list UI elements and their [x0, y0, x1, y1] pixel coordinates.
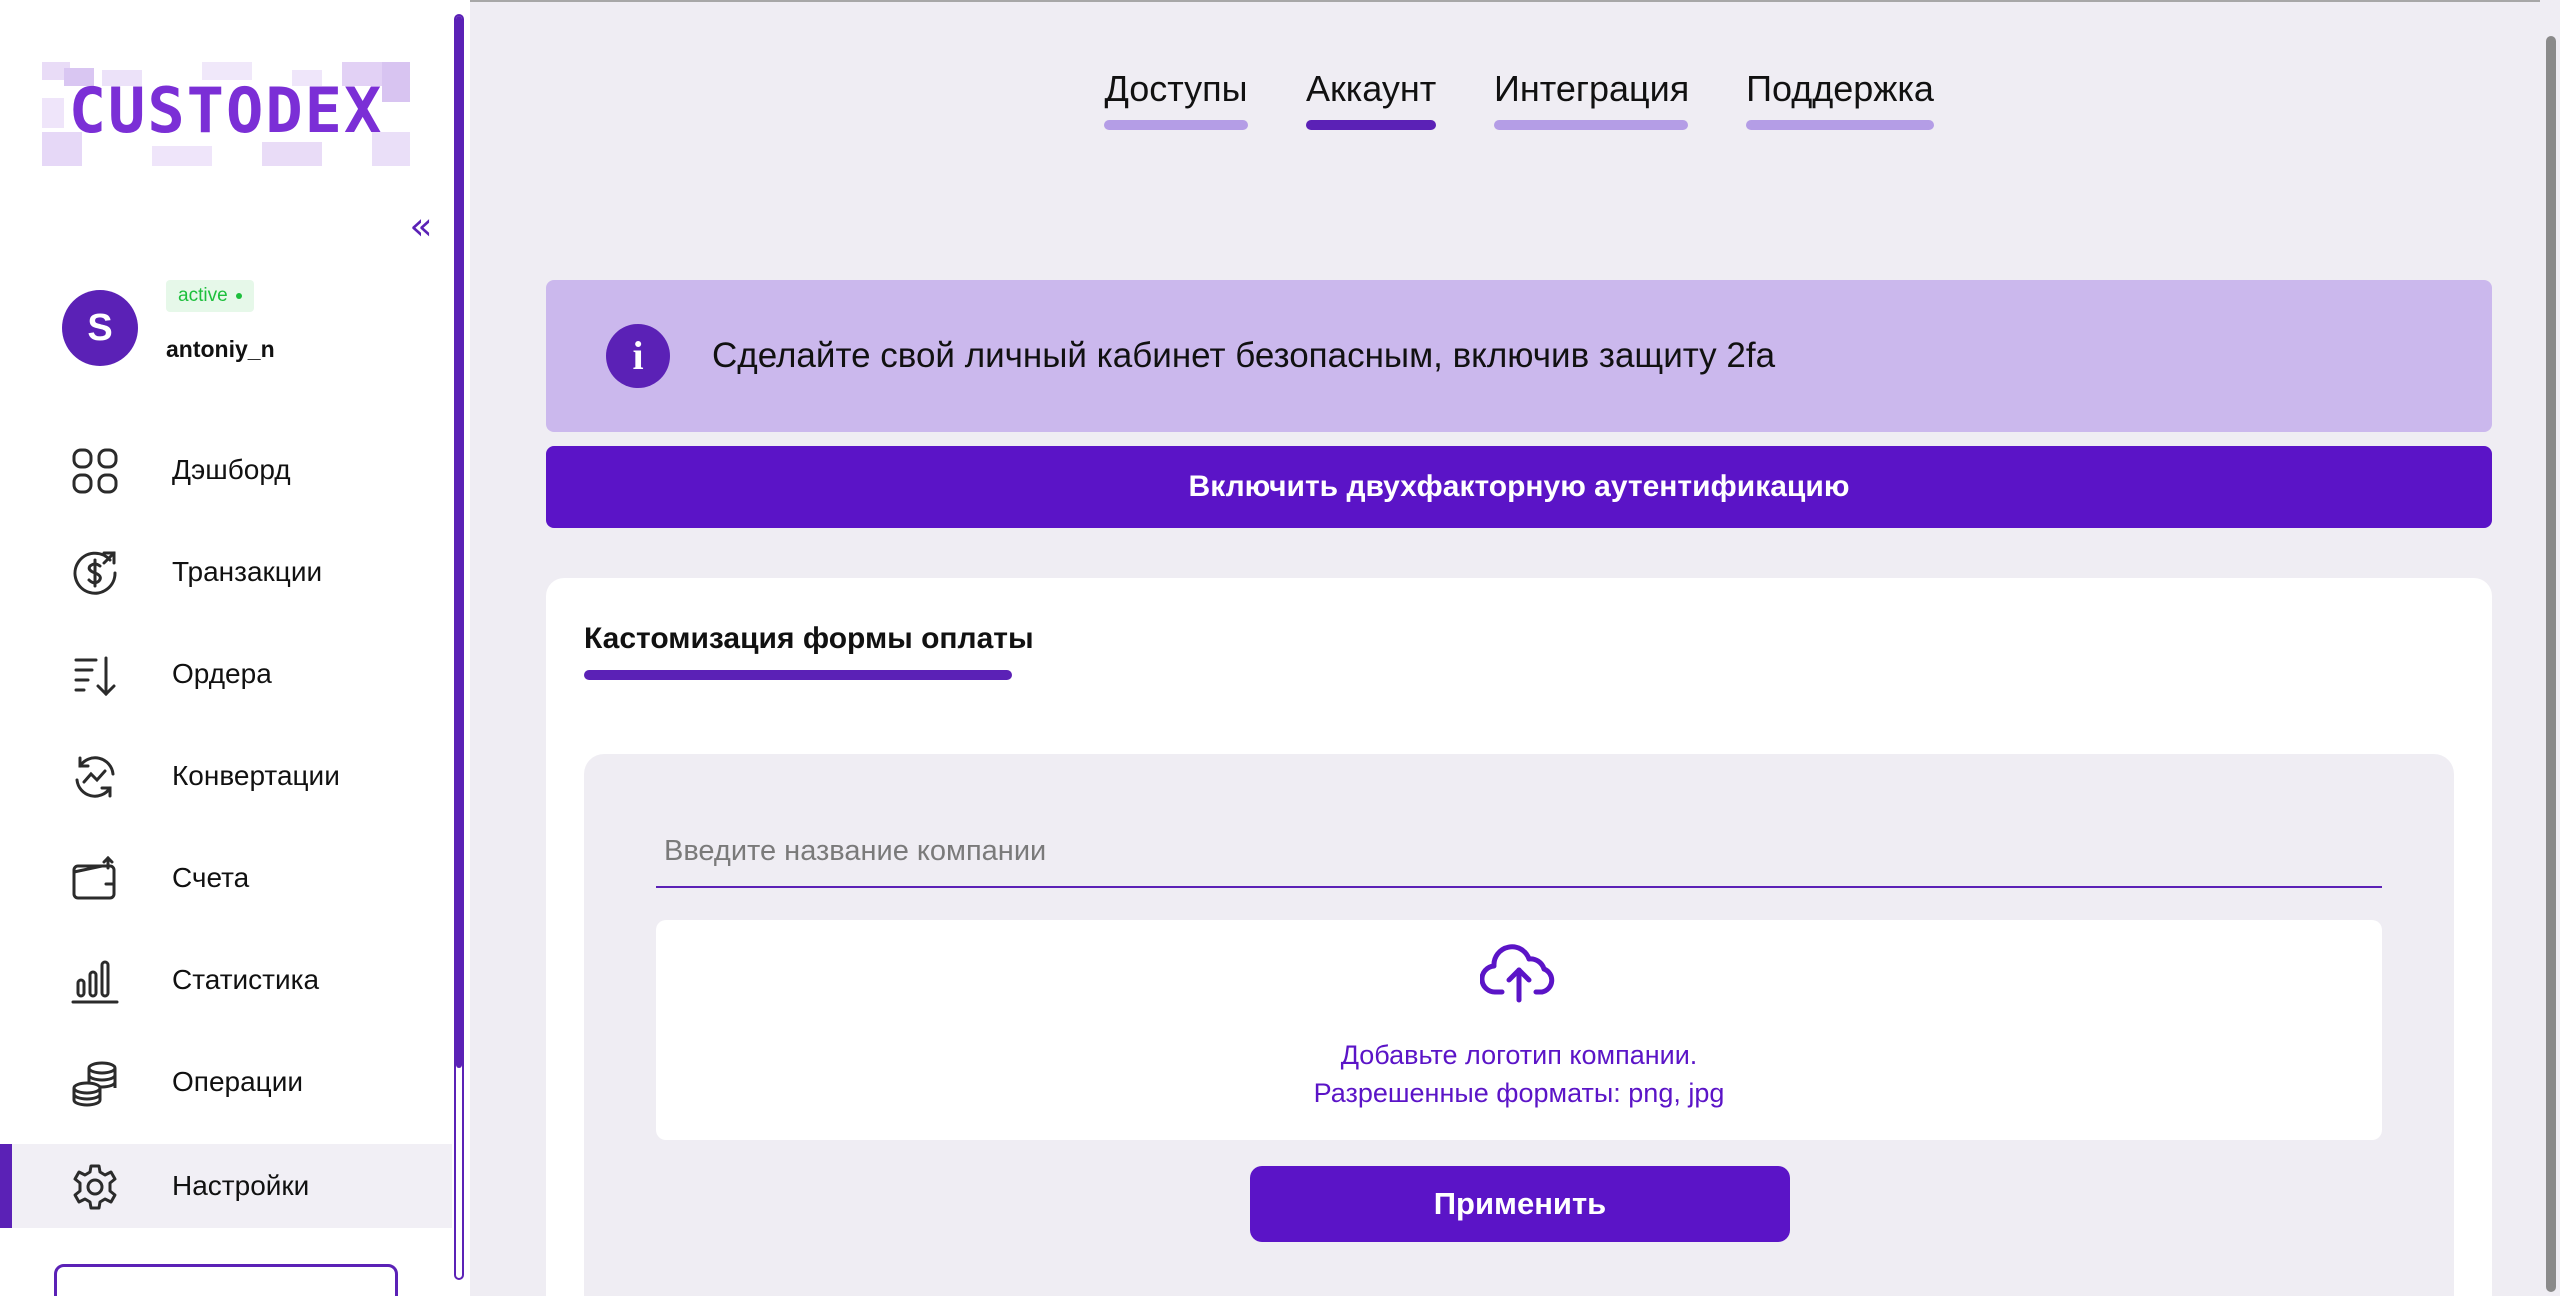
sidebar-scrollbar[interactable] [454, 14, 464, 1280]
tab-integration[interactable]: Интеграция [1494, 68, 1690, 132]
tab-label: Аккаунт [1306, 68, 1437, 109]
enable-2fa-button[interactable]: Включить двухфакторную аутентификацию [546, 446, 2492, 528]
avatar[interactable]: S [62, 290, 138, 366]
sidebar-item-label: Операции [172, 1066, 303, 1097]
sidebar-item-label: Транзакции [172, 556, 323, 587]
sidebar-item-label: Конвертации [172, 760, 340, 791]
status-badge: active [166, 280, 254, 312]
tab-label: Поддержка [1746, 68, 1934, 109]
custodex-logo[interactable]: CUSTODEX [42, 62, 410, 166]
tab-account[interactable]: Аккаунт [1306, 68, 1436, 132]
coins-icon [70, 1058, 120, 1108]
page-scrollbar-thumb[interactable] [2546, 36, 2556, 1292]
sidebar-bottom-card[interactable] [54, 1264, 398, 1296]
grid-icon [70, 446, 120, 496]
sort-list-icon [70, 650, 120, 700]
section-underline [584, 670, 1012, 680]
sidebar-item-conversions[interactable]: Конвертации [0, 734, 452, 818]
info-icon: i [606, 324, 670, 388]
company-name-input[interactable] [656, 816, 2382, 888]
sidebar-item-transactions[interactable]: Транзакции [0, 530, 452, 614]
dollar-refresh-icon [70, 548, 120, 598]
tab-underline [1306, 120, 1436, 130]
section-title: Кастомизация формы оплаты [584, 622, 1034, 655]
logo-upload-area[interactable]: Добавьте логотип компании. Разрешенные ф… [656, 920, 2382, 1140]
upload-hint-line2: Разрешенные форматы: png, jpg [1313, 1078, 1725, 1108]
username: antoniy_n [166, 336, 275, 362]
tab-underline [1746, 120, 1934, 130]
sidebar-item-label: Настройки [172, 1170, 310, 1201]
sidebar-item-orders[interactable]: Ордера [0, 632, 452, 716]
sidebar-item-label: Статистика [172, 964, 320, 995]
alert-text: Сделайте свой личный кабинет безопасным,… [712, 336, 1776, 375]
sidebar-item-dashboard[interactable]: Дэшборд [0, 428, 452, 512]
sidebar-item-statistics[interactable]: Статистика [0, 938, 452, 1022]
payment-form-customization-panel: Кастомизация формы оплаты Добавьте логот… [546, 578, 2492, 1296]
upload-hint-line1: Добавьте логотип компании. [1340, 1040, 1698, 1070]
logo-graphic: CUSTODEX [42, 62, 410, 166]
tab-underline [1494, 120, 1688, 130]
status-dot-icon [235, 292, 242, 299]
wallet-icon [70, 854, 120, 904]
security-alert: i Сделайте свой личный кабинет безопасны… [546, 280, 2492, 432]
sidebar: CUSTODEX « S active antoniy_n Дэшборд Тр… [0, 0, 452, 1296]
customization-form: Добавьте логотип компании. Разрешенные ф… [584, 754, 2454, 1296]
tab-underline [1104, 120, 1248, 130]
logo-text: CUSTODEX [69, 74, 384, 147]
tab-support[interactable]: Поддержка [1746, 68, 1934, 132]
sidebar-item-accounts[interactable]: Счета [0, 836, 452, 920]
tab-access[interactable]: Доступы [1104, 68, 1248, 132]
tab-label: Интеграция [1494, 68, 1690, 109]
tab-label: Доступы [1104, 68, 1248, 109]
exchange-icon [70, 752, 120, 802]
status-text: active [178, 285, 228, 306]
cloud-upload-icon [1480, 944, 1555, 1003]
sidebar-item-label: Счета [172, 862, 250, 893]
sidebar-item-label: Ордера [172, 658, 272, 689]
page-scrollbar[interactable] [2540, 0, 2560, 1296]
sidebar-item-settings[interactable]: Настройки [0, 1144, 452, 1228]
gear-icon [70, 1162, 120, 1212]
sidebar-item-operations[interactable]: Операции [0, 1040, 452, 1124]
sidebar-item-label: Дэшборд [172, 454, 291, 485]
bar-chart-icon [70, 956, 120, 1006]
collapse-sidebar-button[interactable]: « [404, 204, 438, 248]
apply-button[interactable]: Применить [1250, 1166, 1790, 1242]
